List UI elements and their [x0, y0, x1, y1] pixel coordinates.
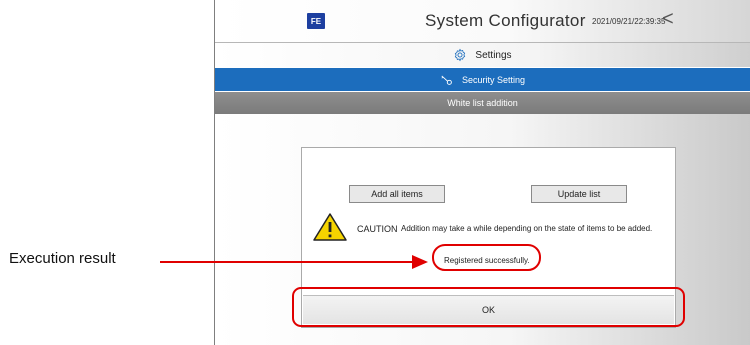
warning-triangle-icon — [313, 213, 347, 241]
logo-icon: FE — [307, 13, 325, 29]
settings-bar[interactable]: Settings — [215, 43, 750, 67]
whitelist-addition-label: White list addition — [447, 98, 518, 108]
key-icon — [441, 75, 452, 85]
security-setting-label: Security Setting — [461, 74, 526, 85]
execution-result-annotation-label: Execution result — [9, 250, 116, 267]
update-list-button[interactable]: Update list — [531, 185, 627, 203]
execution-result-text: Registered successfully. — [444, 256, 530, 265]
security-setting-bar[interactable]: Security Setting — [215, 68, 750, 91]
caution-label: CAUTION — [357, 224, 398, 234]
ok-button[interactable]: OK — [303, 295, 674, 324]
datetime-display: 2021/09/21/22:39:35 — [592, 17, 666, 26]
app-title: System Configurator — [425, 11, 586, 30]
caution-message: Addition may take a while depending on t… — [401, 224, 653, 233]
gear-icon — [455, 48, 466, 62]
chevron-left-icon[interactable]: < — [662, 7, 674, 31]
app-header: FE System Configurator 2021/09/21/22:39:… — [215, 0, 750, 43]
add-all-items-button[interactable]: Add all items — [349, 185, 445, 203]
settings-label: Settings — [475, 49, 512, 61]
whitelist-addition-bar: White list addition — [215, 92, 750, 114]
